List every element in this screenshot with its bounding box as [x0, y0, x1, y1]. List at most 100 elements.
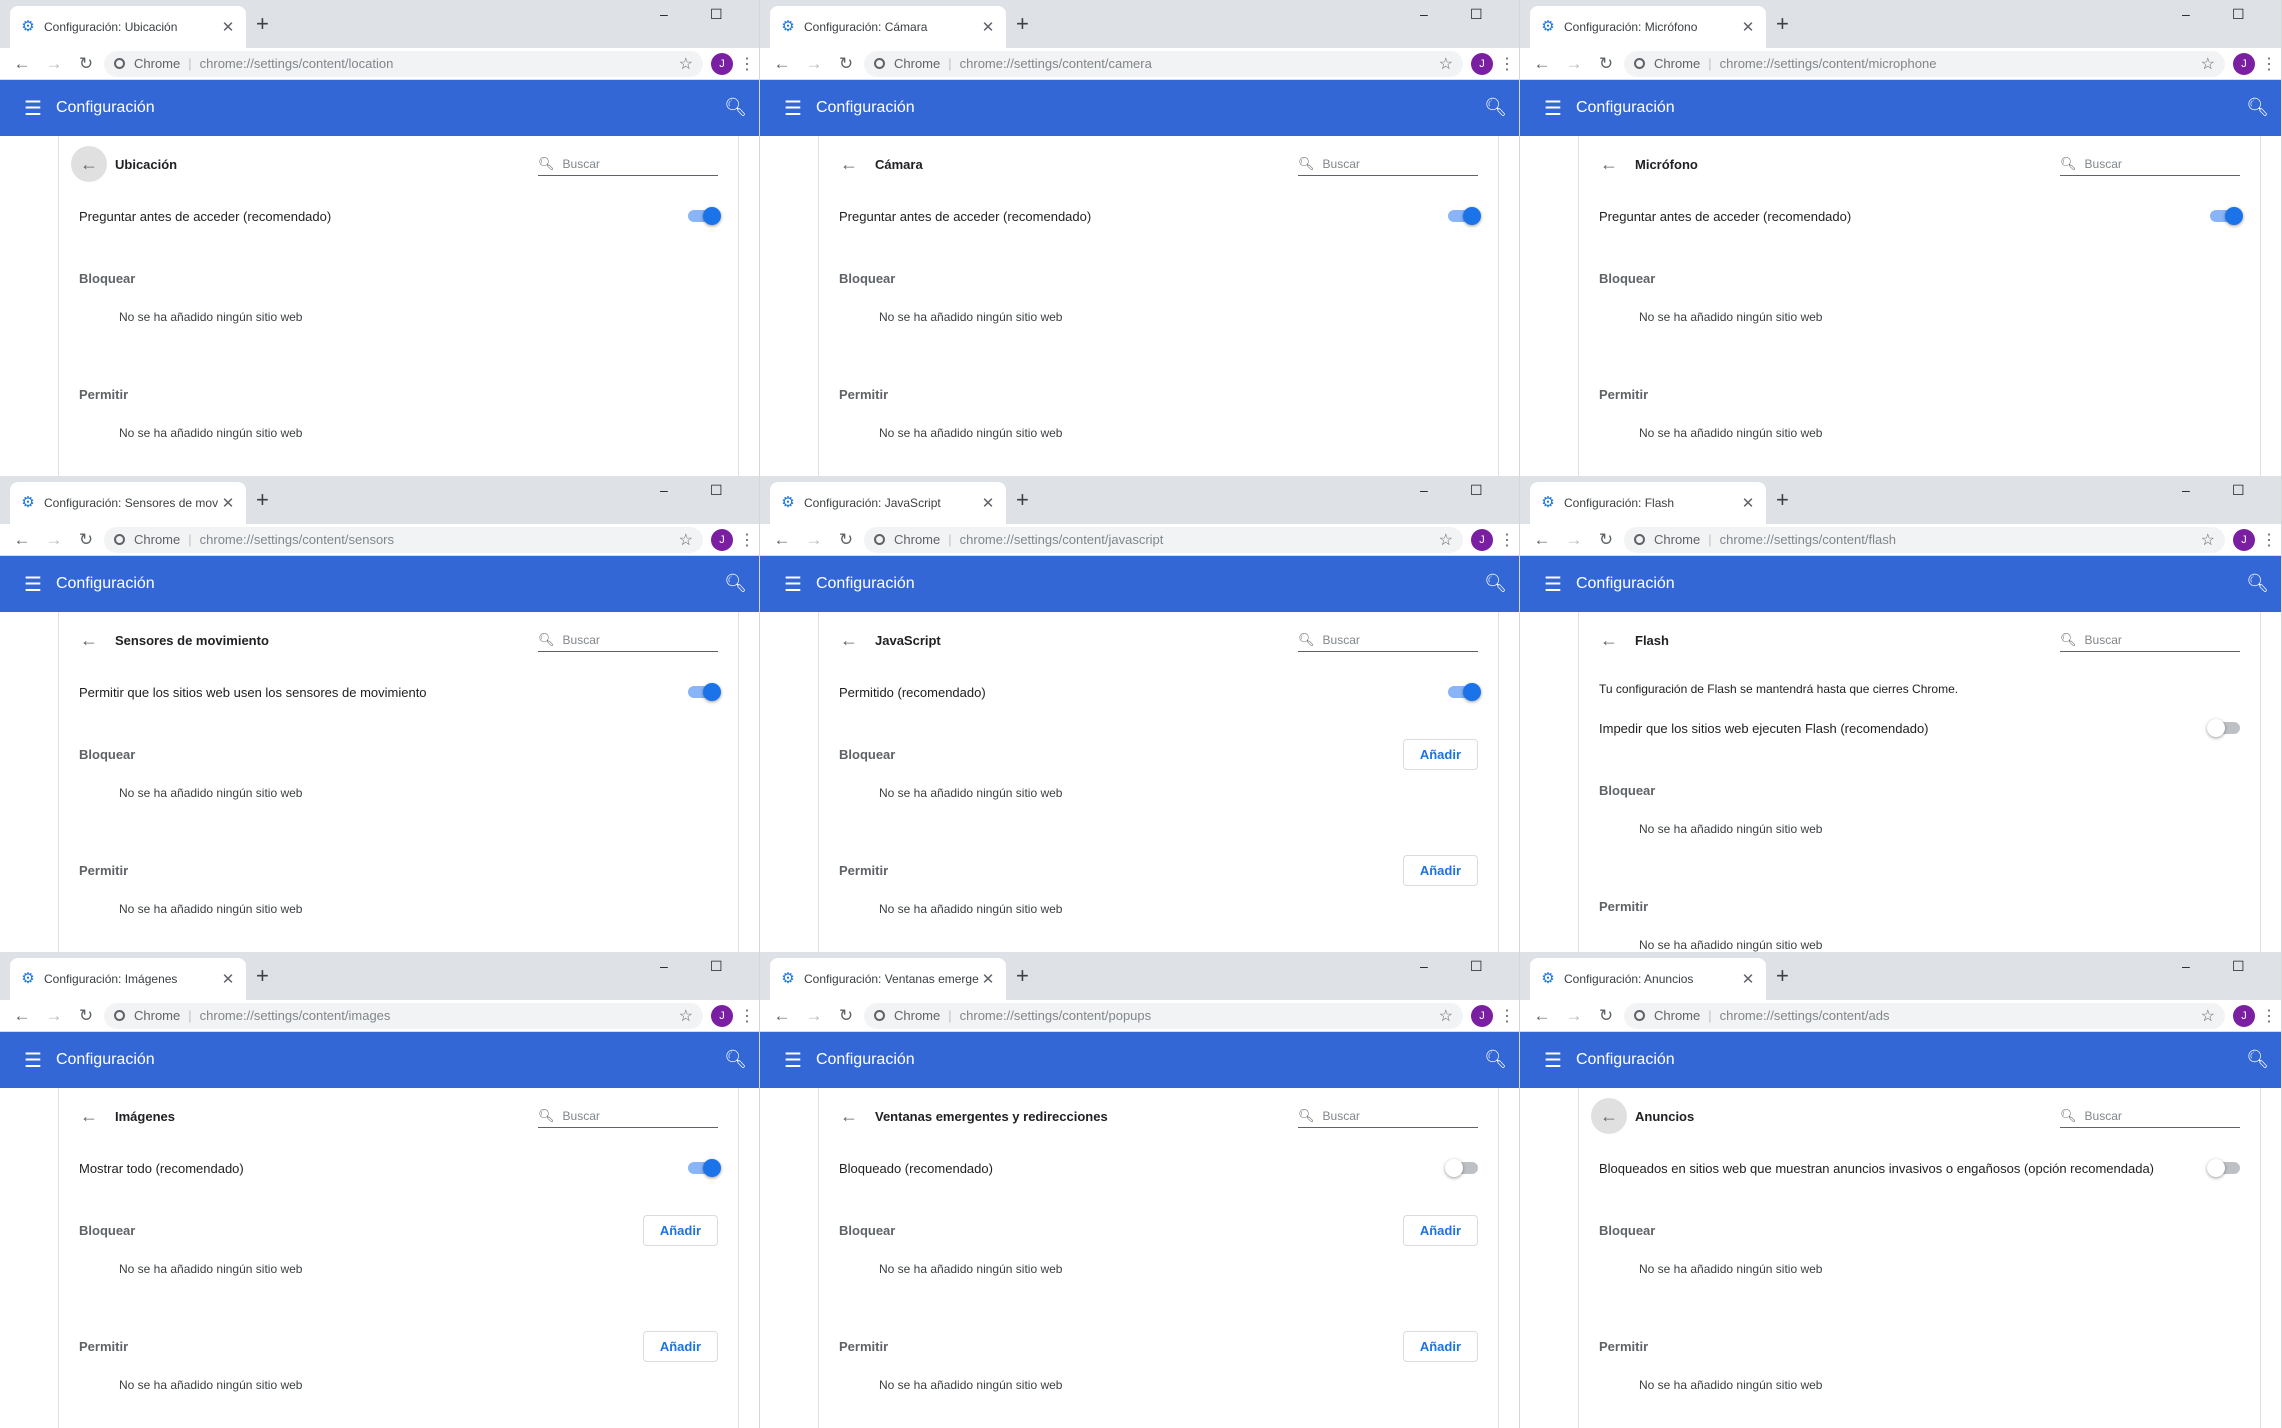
- minimize-button[interactable]: –: [2182, 6, 2190, 22]
- chrome-menu-icon[interactable]: ⋮: [739, 54, 755, 74]
- toggle-switch[interactable]: [688, 683, 721, 701]
- toggle-switch[interactable]: [688, 1159, 721, 1177]
- forward-nav-icon[interactable]: →: [38, 1006, 70, 1026]
- add-block-button[interactable]: Añadir: [1402, 1214, 1478, 1246]
- hamburger-menu-icon[interactable]: ☰: [24, 572, 42, 597]
- back-nav-icon[interactable]: ←: [766, 1006, 798, 1026]
- header-search-icon[interactable]: 🔍︎: [2246, 97, 2269, 118]
- back-arrow-icon[interactable]: ←: [71, 1098, 107, 1134]
- url-text[interactable]: chrome://settings/content/flash: [1720, 532, 2201, 547]
- header-search-icon[interactable]: 🔍︎: [1484, 573, 1507, 594]
- reload-icon[interactable]: ↻: [70, 530, 102, 550]
- new-tab-button[interactable]: +: [256, 965, 269, 987]
- new-tab-button[interactable]: +: [1776, 965, 1789, 987]
- site-info-icon[interactable]: [1634, 534, 1645, 545]
- toggle-switch[interactable]: [1445, 1159, 1478, 1177]
- back-arrow-icon[interactable]: ←: [1591, 622, 1627, 658]
- setting-toggle-row[interactable]: Bloqueados en sitios web que muestran an…: [1579, 1144, 2260, 1192]
- browser-tab[interactable]: ⚙ Configuración: Flash ✕: [1530, 482, 1766, 524]
- forward-nav-icon[interactable]: →: [798, 1006, 830, 1026]
- reload-icon[interactable]: ↻: [830, 530, 862, 550]
- profile-avatar[interactable]: J: [2233, 52, 2255, 75]
- close-tab-icon[interactable]: ✕: [220, 970, 236, 988]
- reload-icon[interactable]: ↻: [830, 54, 862, 74]
- bookmark-star-icon[interactable]: ☆: [679, 530, 693, 550]
- search-input[interactable]: 🔍︎ Buscar: [2060, 1104, 2240, 1128]
- back-nav-icon[interactable]: ←: [766, 530, 798, 550]
- site-info-icon[interactable]: [114, 1010, 125, 1021]
- reload-icon[interactable]: ↻: [1590, 1006, 1622, 1026]
- back-nav-icon[interactable]: ←: [1526, 1006, 1558, 1026]
- bookmark-star-icon[interactable]: ☆: [679, 1006, 693, 1026]
- address-bar[interactable]: Chrome | chrome://settings/content/popup…: [864, 1002, 1463, 1029]
- chrome-menu-icon[interactable]: ⋮: [739, 530, 755, 550]
- forward-nav-icon[interactable]: →: [1558, 530, 1590, 550]
- minimize-button[interactable]: –: [2182, 482, 2190, 498]
- minimize-button[interactable]: –: [660, 482, 668, 498]
- url-text[interactable]: chrome://settings/content/microphone: [1720, 56, 2201, 71]
- add-allow-button[interactable]: Añadir: [642, 1330, 718, 1362]
- close-tab-icon[interactable]: ✕: [980, 18, 996, 36]
- address-bar[interactable]: Chrome | chrome://settings/content/camer…: [864, 50, 1463, 77]
- site-info-icon[interactable]: [874, 1010, 885, 1021]
- search-input[interactable]: 🔍︎ Buscar: [1298, 152, 1478, 176]
- profile-avatar[interactable]: J: [2233, 1004, 2255, 1027]
- new-tab-button[interactable]: +: [1776, 13, 1789, 35]
- search-input[interactable]: 🔍︎ Buscar: [1298, 628, 1478, 652]
- address-bar[interactable]: Chrome | chrome://settings/content/image…: [104, 1002, 703, 1029]
- forward-nav-icon[interactable]: →: [38, 530, 70, 550]
- minimize-button[interactable]: –: [2182, 958, 2190, 974]
- browser-tab[interactable]: ⚙ Configuración: Sensores de mov ✕: [10, 482, 246, 524]
- back-arrow-icon[interactable]: ←: [71, 146, 107, 182]
- close-tab-icon[interactable]: ✕: [1740, 970, 1756, 988]
- url-text[interactable]: chrome://settings/content/images: [200, 1008, 679, 1023]
- hamburger-menu-icon[interactable]: ☰: [784, 96, 802, 121]
- address-bar[interactable]: Chrome | chrome://settings/content/locat…: [104, 50, 703, 77]
- close-tab-icon[interactable]: ✕: [1740, 18, 1756, 36]
- minimize-button[interactable]: –: [1420, 958, 1428, 974]
- search-input[interactable]: 🔍︎ Buscar: [2060, 152, 2240, 176]
- new-tab-button[interactable]: +: [1016, 965, 1029, 987]
- toggle-switch[interactable]: [688, 207, 721, 225]
- browser-tab[interactable]: ⚙ Configuración: Cámara ✕: [770, 6, 1006, 48]
- setting-toggle-row[interactable]: Preguntar antes de acceder (recomendado): [819, 192, 1498, 240]
- back-arrow-icon[interactable]: ←: [1591, 146, 1627, 182]
- maximize-button[interactable]: ☐: [710, 6, 723, 23]
- reload-icon[interactable]: ↻: [70, 54, 102, 74]
- minimize-button[interactable]: –: [660, 958, 668, 974]
- reload-icon[interactable]: ↻: [830, 1006, 862, 1026]
- new-tab-button[interactable]: +: [1016, 489, 1029, 511]
- back-nav-icon[interactable]: ←: [1526, 530, 1558, 550]
- maximize-button[interactable]: ☐: [1470, 6, 1483, 23]
- toggle-switch[interactable]: [1448, 207, 1481, 225]
- header-search-icon[interactable]: 🔍︎: [2246, 573, 2269, 594]
- site-info-icon[interactable]: [874, 58, 885, 69]
- address-bar[interactable]: Chrome | chrome://settings/content/senso…: [104, 526, 703, 553]
- profile-avatar[interactable]: J: [1471, 52, 1493, 75]
- search-input[interactable]: 🔍︎ Buscar: [538, 152, 718, 176]
- bookmark-star-icon[interactable]: ☆: [1439, 530, 1453, 550]
- address-bar[interactable]: Chrome | chrome://settings/content/javas…: [864, 526, 1463, 553]
- header-search-icon[interactable]: 🔍︎: [1484, 1049, 1507, 1070]
- header-search-icon[interactable]: 🔍︎: [724, 573, 747, 594]
- bookmark-star-icon[interactable]: ☆: [2201, 54, 2215, 74]
- setting-toggle-row[interactable]: Bloqueado (recomendado): [819, 1144, 1498, 1192]
- minimize-button[interactable]: –: [1420, 482, 1428, 498]
- back-nav-icon[interactable]: ←: [6, 1006, 38, 1026]
- back-arrow-icon[interactable]: ←: [831, 1098, 867, 1134]
- hamburger-menu-icon[interactable]: ☰: [24, 1048, 42, 1073]
- add-allow-button[interactable]: Añadir: [1402, 1330, 1478, 1362]
- header-search-icon[interactable]: 🔍︎: [724, 1049, 747, 1070]
- browser-tab[interactable]: ⚙ Configuración: Ubicación ✕: [10, 6, 246, 48]
- chrome-menu-icon[interactable]: ⋮: [1499, 1006, 1515, 1026]
- back-nav-icon[interactable]: ←: [766, 54, 798, 74]
- profile-avatar[interactable]: J: [2233, 528, 2255, 551]
- url-text[interactable]: chrome://settings/content/sensors: [200, 532, 679, 547]
- toggle-switch[interactable]: [2207, 719, 2240, 737]
- back-nav-icon[interactable]: ←: [6, 54, 38, 74]
- forward-nav-icon[interactable]: →: [1558, 1006, 1590, 1026]
- chrome-menu-icon[interactable]: ⋮: [1499, 54, 1515, 74]
- new-tab-button[interactable]: +: [1016, 13, 1029, 35]
- hamburger-menu-icon[interactable]: ☰: [24, 96, 42, 121]
- site-info-icon[interactable]: [874, 534, 885, 545]
